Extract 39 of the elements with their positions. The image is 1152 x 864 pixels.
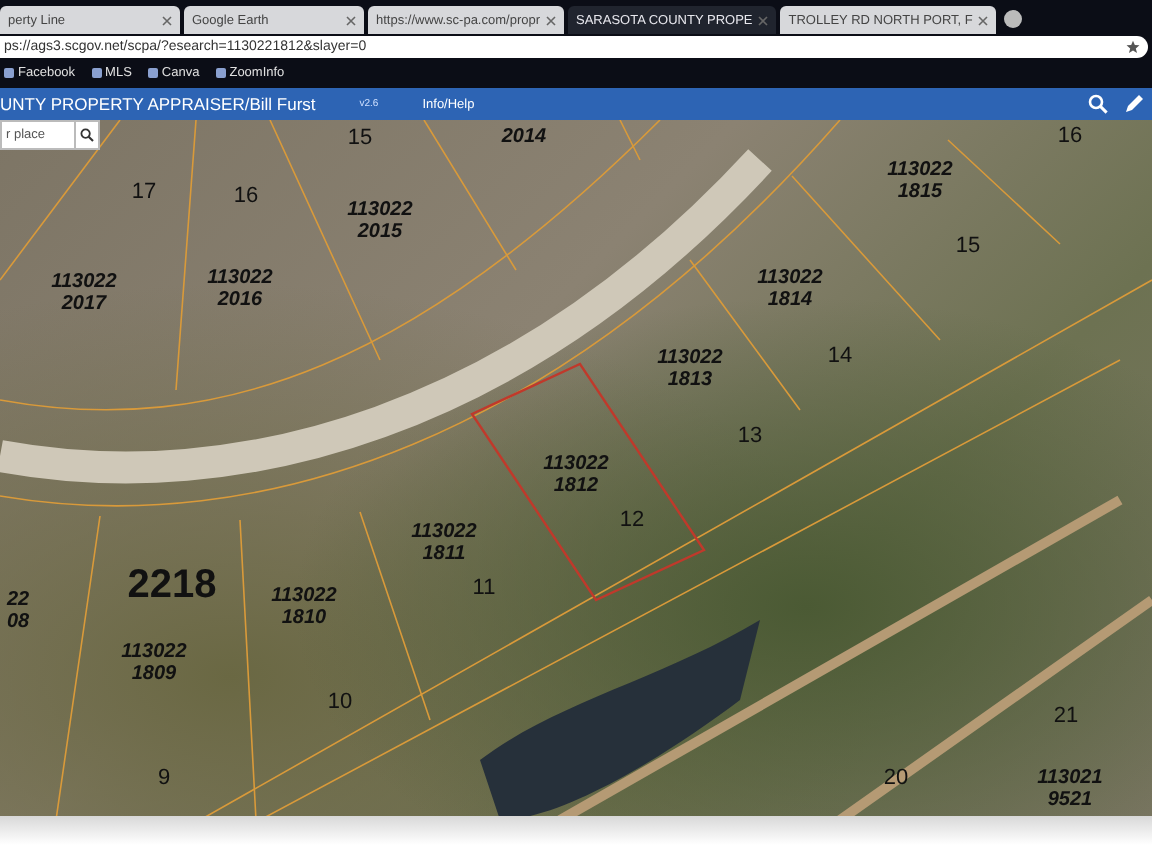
- app-title: UNTY PROPERTY APPRAISER/Bill Furst: [0, 94, 316, 114]
- star-icon[interactable]: [1126, 40, 1140, 54]
- parcel-number-label: 113022 1811: [411, 523, 477, 565]
- block-number-label: 2218: [127, 565, 217, 607]
- lot-number-label: 13: [737, 426, 763, 450]
- lot-number-label: 17: [131, 182, 157, 206]
- lot-number-label: 16: [233, 186, 259, 210]
- lot-number-label: 16: [1057, 126, 1083, 150]
- search-button[interactable]: [76, 120, 100, 150]
- close-icon[interactable]: [978, 15, 989, 25]
- lot-number-label: 12: [619, 510, 645, 534]
- search-icon[interactable]: [1088, 94, 1108, 114]
- parcel-number-label: 113022 1814: [757, 269, 823, 311]
- lot-number-label: 21: [1053, 706, 1079, 730]
- parcel-number-label: 22 08: [6, 591, 30, 633]
- parcel-number-label: 113022 1809: [121, 643, 187, 685]
- lot-number-label: 15: [347, 128, 373, 152]
- parcel-number-label: 113022 2015: [347, 201, 413, 243]
- lot-number-label: 15: [955, 236, 981, 260]
- lot-number-label: 14: [827, 346, 853, 370]
- lot-number-label: 11: [472, 578, 496, 602]
- search-icon: [80, 128, 94, 142]
- lot-number-label: 10: [327, 692, 353, 716]
- parcel-number-label: 113022 2017: [51, 273, 117, 315]
- parcel-number-label: 113022 1812: [543, 455, 609, 497]
- close-icon[interactable]: [346, 15, 356, 25]
- parcel-number-label: 113022 1810: [271, 587, 337, 629]
- parcel-number-label: 113022 2016: [207, 269, 273, 311]
- parcel-number-label: 113022 1813: [657, 349, 723, 391]
- parcel-number-label: 2014: [501, 127, 547, 149]
- close-icon[interactable]: [546, 15, 556, 25]
- close-icon[interactable]: [162, 15, 172, 25]
- parcel-number-label: 113021 9521: [1037, 769, 1103, 811]
- new-tab-button[interactable]: [1004, 10, 1023, 28]
- close-icon[interactable]: [758, 15, 769, 25]
- lot-number-label: 20: [883, 768, 909, 792]
- parcel-number-label: 113022 1815: [887, 161, 953, 203]
- lot-number-label: 9: [157, 768, 171, 792]
- pencil-icon[interactable]: [1124, 94, 1144, 114]
